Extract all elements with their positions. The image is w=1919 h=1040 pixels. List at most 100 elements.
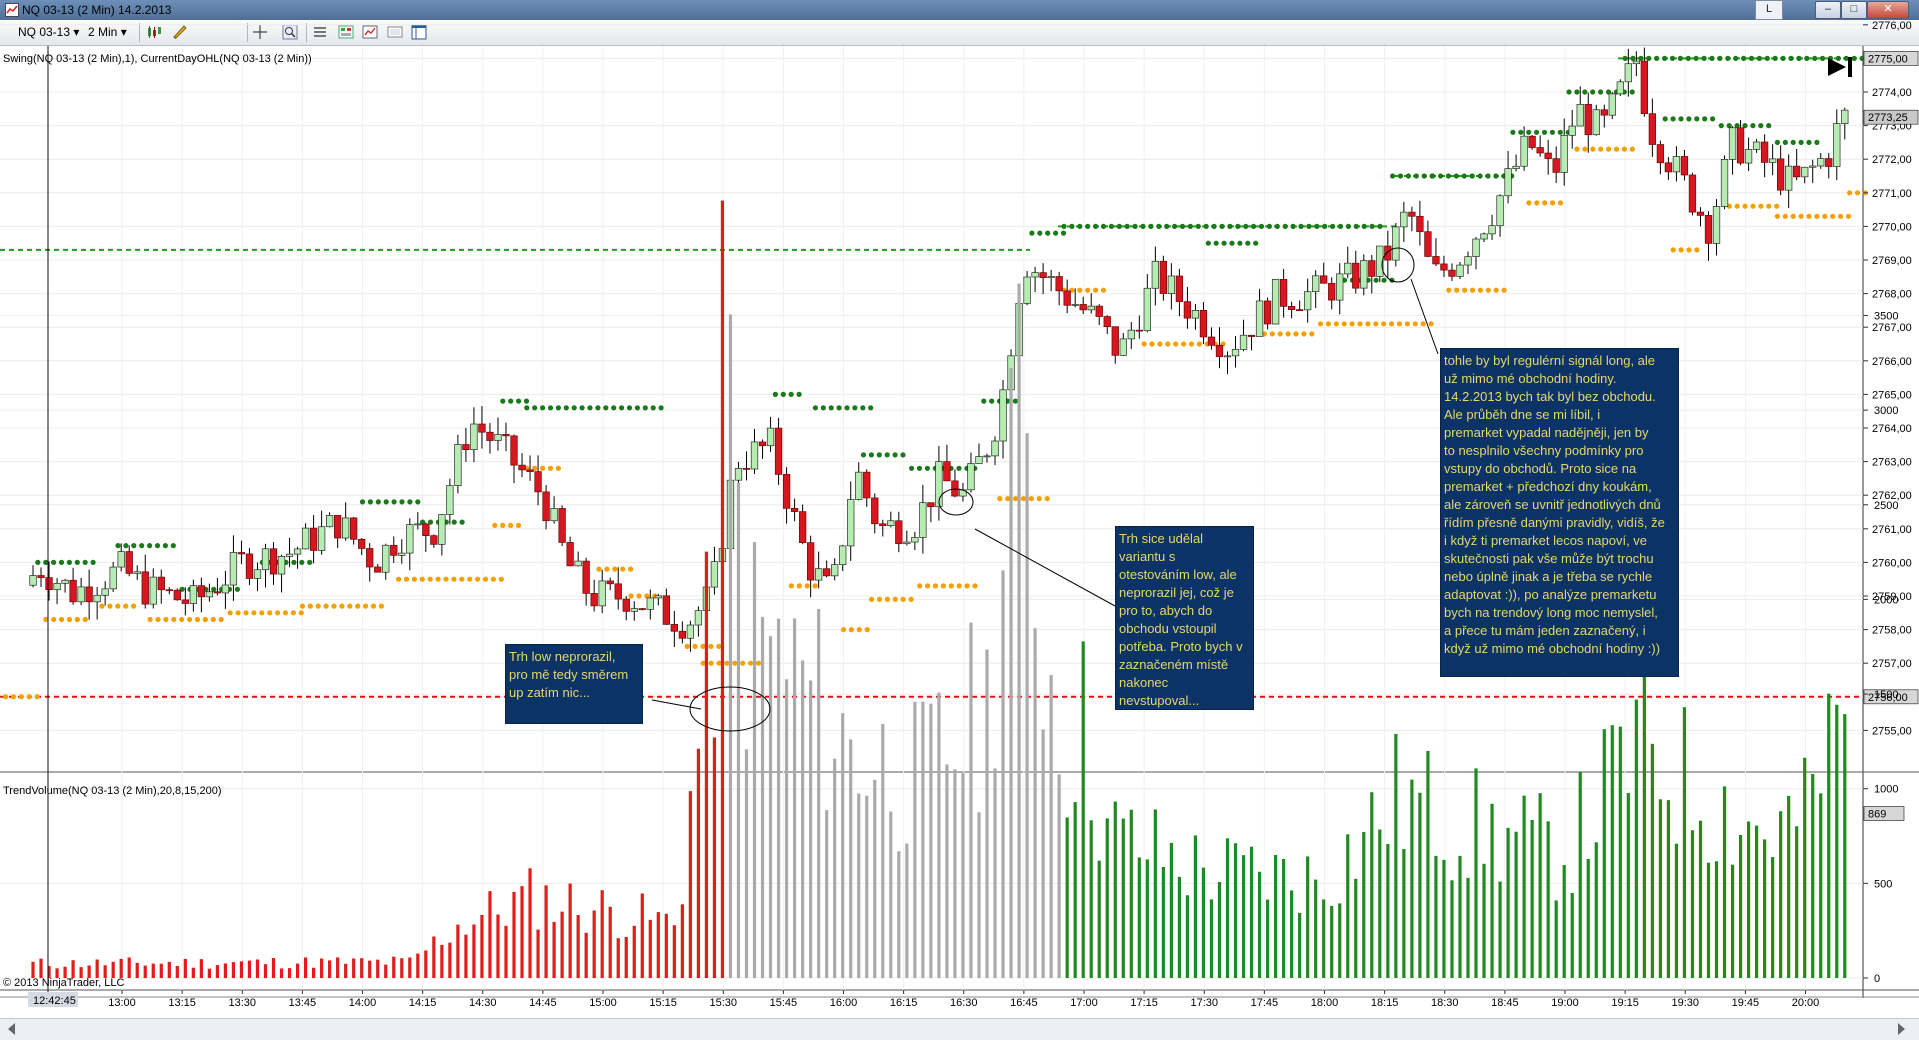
swing-low-dot [83, 617, 88, 622]
candle-body [655, 596, 662, 598]
swing-low-dot [716, 661, 721, 666]
price-axis: 2776,002775,002774,002773,002772,002771,… [1863, 20, 1918, 738]
swing-high-dot [1374, 278, 1379, 283]
swing-high-dot [1741, 56, 1746, 61]
swing-high-dot [821, 405, 826, 410]
swing-high-dot [1229, 241, 1234, 246]
scroll-right-arrow[interactable] [1898, 1023, 1905, 1035]
swing-low-dot [885, 597, 890, 602]
price-tick-label: 2763,00 [1872, 457, 1912, 469]
volume-bar [1082, 641, 1085, 978]
candle-body [1681, 156, 1688, 175]
day-high-marker-label: 2775,00 [1868, 53, 1908, 65]
swing-high-dot [368, 499, 373, 504]
note-long-signal[interactable]: tohle by byl regulérní signál long, ale … [1440, 348, 1679, 677]
volume-bar [777, 619, 780, 978]
swing-low-dot [428, 577, 433, 582]
time-tick-label: 18:30 [1431, 997, 1459, 1009]
swing-low-dot [628, 567, 633, 572]
swing-high-dot [1686, 116, 1691, 121]
swing-low-dot [604, 567, 609, 572]
candle-body [1096, 306, 1103, 316]
volume-bar [1498, 882, 1501, 978]
candle-body [198, 586, 205, 597]
time-tick-label: 13:15 [168, 997, 196, 1009]
candle-body [952, 481, 959, 496]
swing-low-dot [869, 597, 874, 602]
volume-bar [729, 314, 732, 978]
candle-body [1320, 276, 1327, 283]
candle-body [1713, 207, 1720, 244]
candle-body [310, 528, 317, 550]
swing-high-dot [1678, 56, 1683, 61]
swing-high-dot [1678, 116, 1683, 121]
volume-bar [408, 958, 411, 978]
volume-bar [1539, 793, 1542, 978]
note-low-test[interactable]: Trh sice udělal variantu s otestováním l… [1115, 526, 1254, 710]
swing-high-dot [1799, 140, 1804, 145]
swing-low-dot [1173, 341, 1178, 346]
swing-low-dot [1830, 214, 1835, 219]
volume-bar [464, 935, 467, 978]
candle-body [182, 600, 189, 604]
volume-bar [921, 702, 924, 978]
time-tick-label: 19:30 [1671, 997, 1699, 1009]
volume-bar [304, 957, 307, 978]
time-tick-label: 15:15 [649, 997, 677, 1009]
time-tick-label: 16:15 [890, 997, 918, 1009]
volume-bar [128, 957, 131, 978]
note-low-not-broken[interactable]: Trh low neprorazil, pro mě tedy směrem u… [505, 644, 643, 724]
volume-bar [1009, 368, 1012, 978]
swing-high-dot [516, 399, 521, 404]
candle-body [1160, 261, 1167, 293]
candle-body [1417, 216, 1424, 231]
volume-bar [873, 780, 876, 978]
swing-low-dot [997, 496, 1002, 501]
candle-body [904, 542, 911, 544]
candle-body [1529, 136, 1536, 147]
candle-body [158, 577, 165, 590]
candle-body [94, 595, 101, 602]
swing-high-dot [900, 452, 905, 457]
candle-body [190, 586, 197, 604]
swing-low-dot [467, 577, 472, 582]
candle-body [1769, 159, 1776, 163]
swing-low-dot [1598, 147, 1603, 152]
swing-high-dot [1733, 56, 1738, 61]
volume-bar [1258, 872, 1261, 978]
time-tick-label: 13:00 [108, 997, 136, 1009]
candle-body [831, 565, 838, 576]
swing-low-dot [492, 523, 497, 528]
candle-body [1561, 135, 1568, 172]
swing-high-dot [773, 392, 778, 397]
candle-body [398, 553, 405, 555]
volume-bar [1659, 799, 1662, 978]
scroll-left-arrow[interactable] [8, 1023, 15, 1035]
swing-high-dot [524, 405, 529, 410]
candle-body [815, 569, 822, 580]
volume-bar [577, 915, 580, 978]
swing-high-dot [603, 405, 608, 410]
swing-high-dot [844, 405, 849, 410]
swing-low-dot [203, 617, 208, 622]
swing-high-dot [171, 543, 176, 548]
swing-low-dot [324, 604, 329, 609]
volume-bar [1090, 820, 1093, 978]
volume-bar [240, 961, 243, 978]
swing-low-dot [491, 577, 496, 582]
swing-low-dot [211, 617, 216, 622]
candle-body [1032, 273, 1039, 277]
candle-body [134, 572, 141, 574]
swing-low-dot [716, 644, 721, 649]
swing-low-dot [508, 523, 513, 528]
candle-body [1513, 166, 1520, 168]
horizontal-scrollbar[interactable] [0, 1018, 1919, 1040]
candle-body [142, 572, 149, 604]
swing-high-dot [1534, 130, 1539, 135]
volume-bar [1266, 900, 1269, 978]
swing-high-dot [1117, 224, 1122, 229]
volume-bar [400, 958, 403, 978]
swing-low-dot [35, 694, 40, 699]
candle-body [1641, 61, 1648, 114]
volume-bar [1058, 774, 1061, 978]
